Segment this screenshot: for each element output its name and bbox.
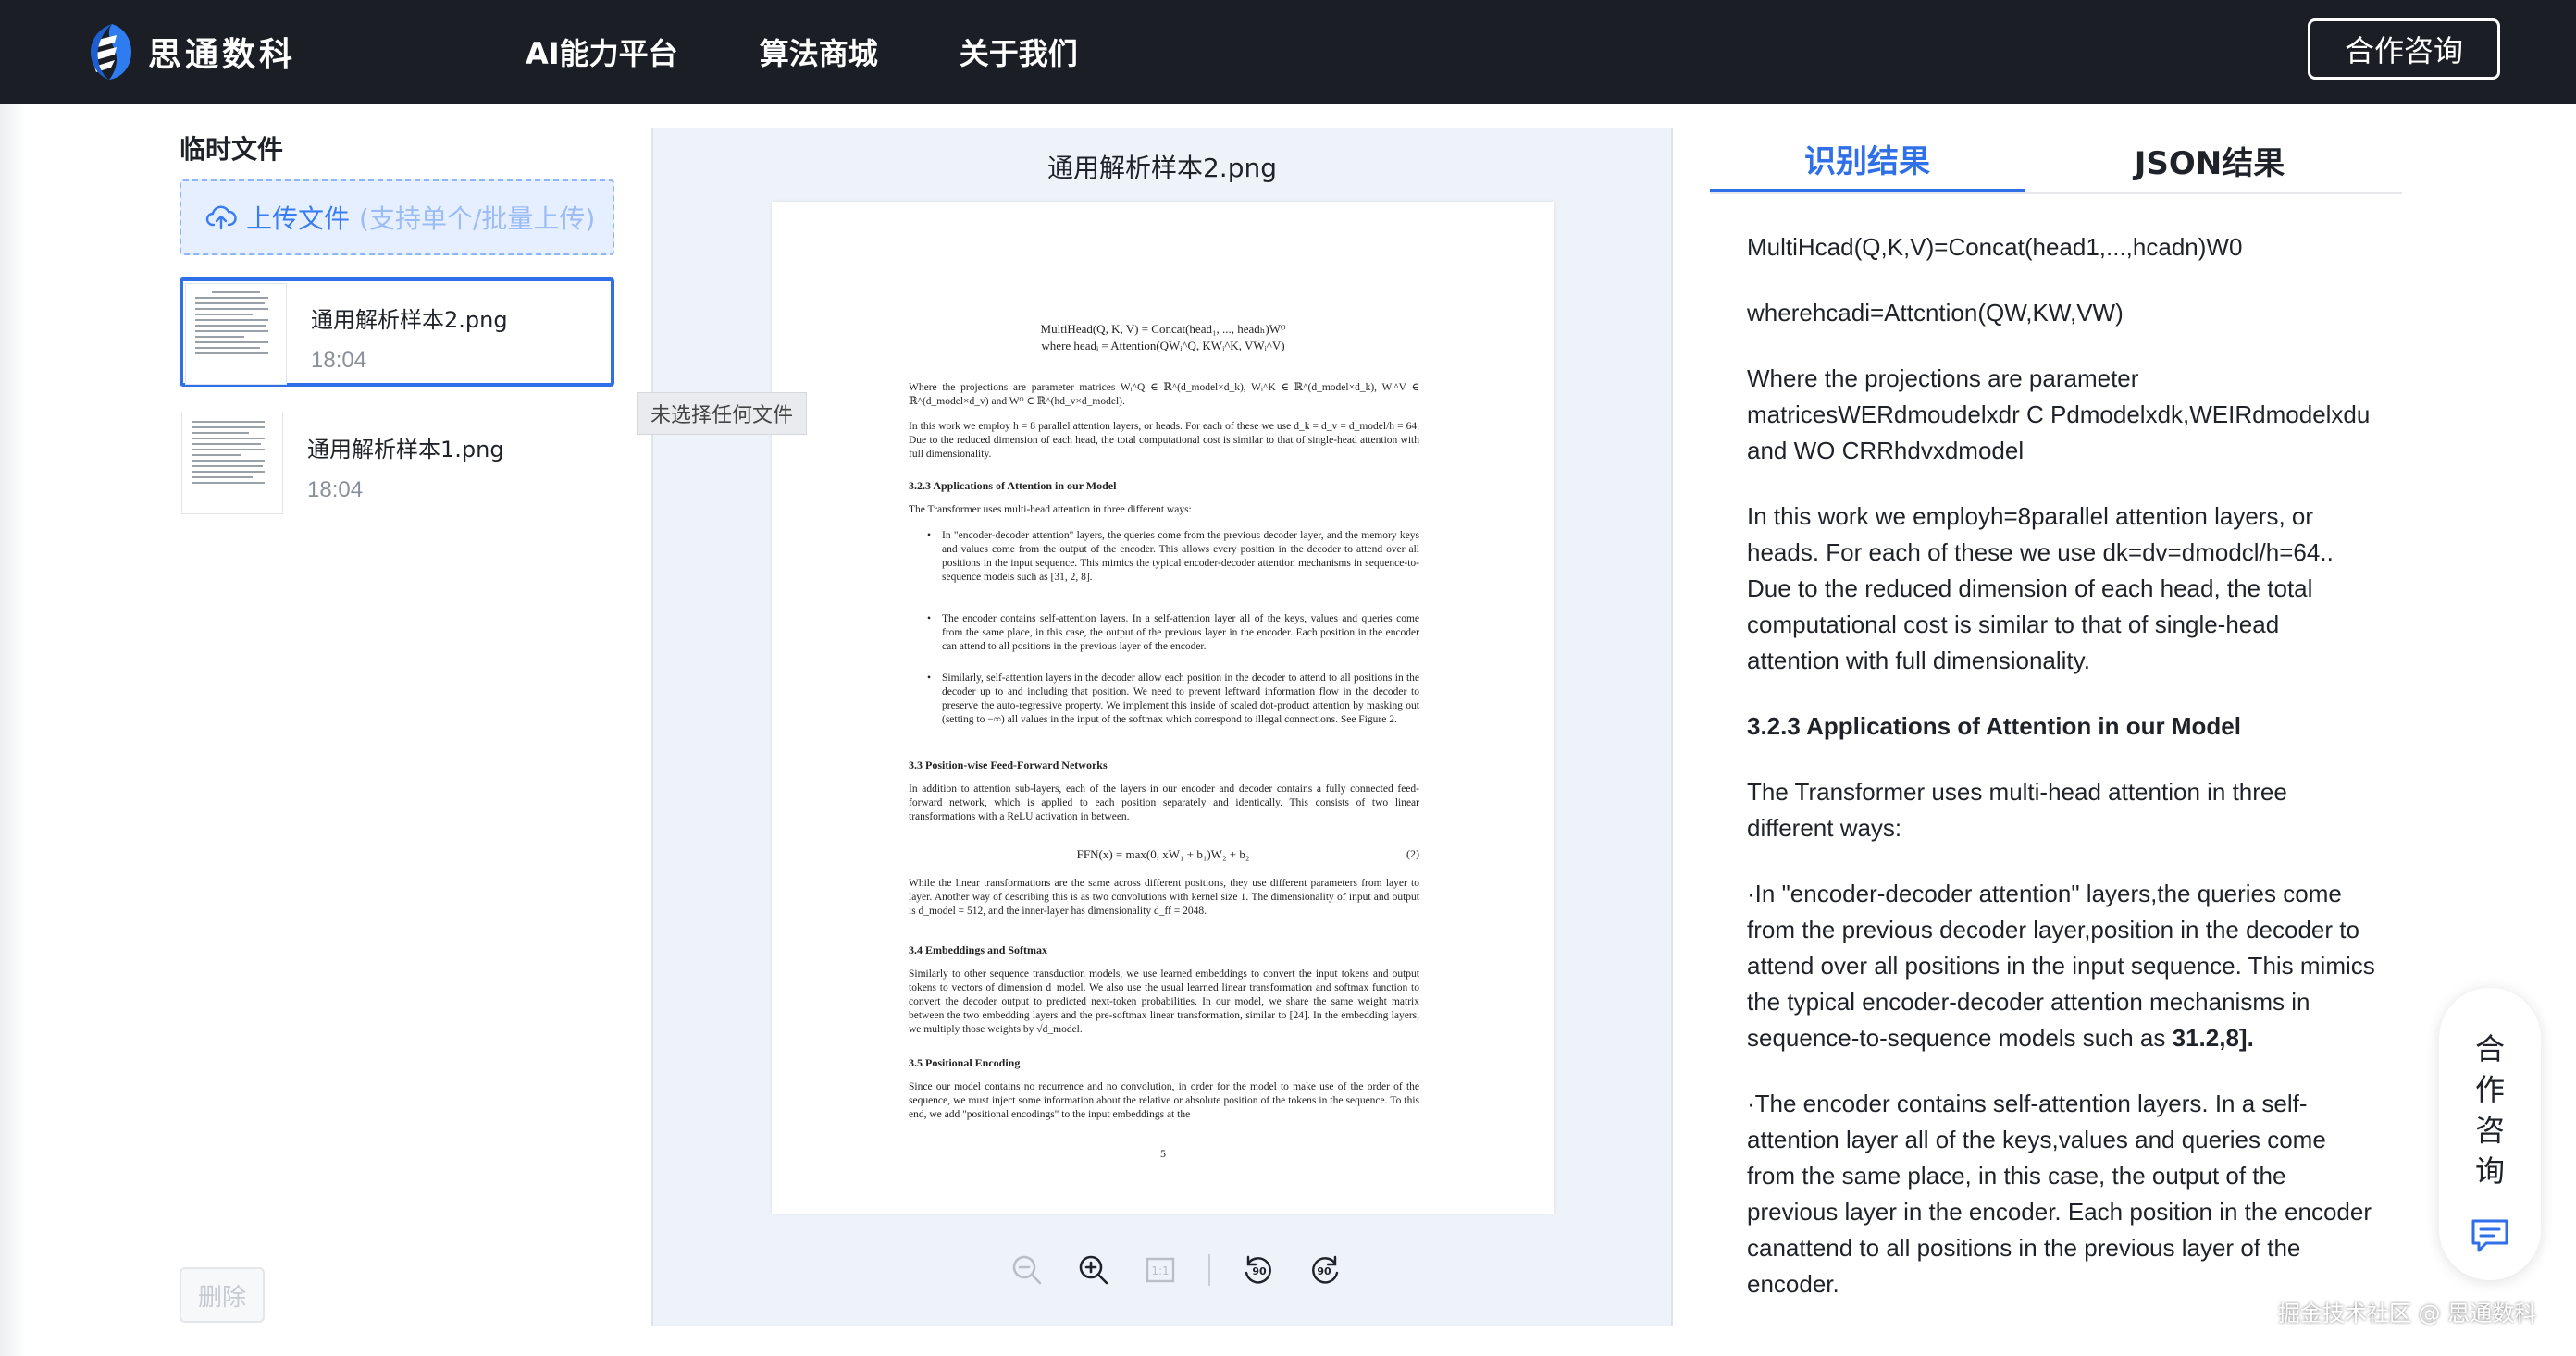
nav-links: AI能力平台 算法商城 关于我们 bbox=[526, 0, 1159, 104]
zoom-out-button[interactable] bbox=[1009, 1251, 1046, 1288]
doc-paragraph: In addition to attention sub-layers, eac… bbox=[909, 783, 1419, 822]
result-paragraph: ·The encoder contains self-attention lay… bbox=[1747, 1090, 2372, 1298]
doc-paragraph: Similarly to other sequence transduction… bbox=[909, 968, 1419, 1035]
svg-text:1:1: 1:1 bbox=[1151, 1264, 1169, 1277]
tab-json-result[interactable]: JSON结果 bbox=[2052, 128, 2367, 192]
file-list-item[interactable]: 通用解析样本1.png 18:04 bbox=[180, 411, 614, 520]
doc-paragraph: In this work we employ h = 8 parallel at… bbox=[909, 421, 1419, 460]
doc-bullet: Similarly, self-attention layers in the … bbox=[927, 672, 1419, 727]
brand-name: 思通数科 bbox=[148, 36, 297, 74]
zoom-in-button[interactable] bbox=[1075, 1251, 1112, 1288]
preview-panel: 通用解析样本2.png MultiHead(Q, K, V) = Concat(… bbox=[651, 128, 1673, 1326]
brand[interactable]: 思通数科 bbox=[89, 18, 296, 85]
recognition-result-text: MultiHcad(Q,K,V)=Concat(head1,...,hcadn)… bbox=[1747, 229, 2376, 1321]
file-thumbnail bbox=[185, 283, 287, 385]
result-citation: 31.2,8]. bbox=[2172, 1024, 2254, 1052]
logo-icon bbox=[91, 24, 131, 80]
result-paragraph: The Transformer uses multi-head attentio… bbox=[1747, 778, 2287, 842]
svg-text:90: 90 bbox=[1252, 1265, 1267, 1277]
doc-equation: MultiHead(Q, K, V) = Concat(head₁, ..., … bbox=[1040, 322, 1286, 336]
nav-link-ai-platform[interactable]: AI能力平台 bbox=[526, 31, 678, 73]
file-time: 18:04 bbox=[311, 348, 367, 373]
result-tabs: 识别结果 JSON结果 bbox=[1710, 128, 2402, 194]
result-text: ·In "encoder-decoder attention" layers,t… bbox=[1747, 880, 2375, 1052]
doc-heading: 3.5 Positional Encoding bbox=[909, 1056, 1021, 1069]
actual-size-button[interactable]: 1:1 bbox=[1142, 1251, 1179, 1288]
doc-equation-number: (2) bbox=[1406, 847, 1419, 860]
doc-equation: FFN(x) = max(0, xW₁ + b₁)W₂ + b₂ bbox=[1076, 847, 1250, 861]
svg-text:90: 90 bbox=[1317, 1265, 1331, 1277]
nav-link-algorithm-store[interactable]: 算法商城 bbox=[760, 31, 878, 73]
zoom-out-icon bbox=[1012, 1255, 1042, 1285]
doc-paragraph: The Transformer uses multi-head attentio… bbox=[909, 504, 1192, 515]
tab-recognition-result[interactable]: 识别结果 bbox=[1710, 128, 2025, 192]
result-paragraph: In this work we employh=8parallel attent… bbox=[1747, 502, 2334, 674]
document-page: MultiHead(Q, K, V) = Concat(head₁, ..., … bbox=[772, 202, 1554, 1214]
rotate-left-button[interactable]: 90 bbox=[1240, 1251, 1277, 1288]
doc-heading: 3.3 Position-wise Feed-Forward Networks bbox=[909, 758, 1108, 771]
float-consult-char: 咨 bbox=[2474, 1113, 2505, 1148]
rotate-right-icon: 90 bbox=[1312, 1255, 1339, 1284]
file-name: 通用解析样本1.png bbox=[307, 437, 504, 462]
doc-paragraph: While the linear transformations are the… bbox=[909, 878, 1419, 917]
watermark: 掘金技术社区 @ 思通数科 bbox=[2278, 1301, 2537, 1326]
upload-label: 上传文件 bbox=[246, 203, 351, 234]
rotate-left-icon: 90 bbox=[1245, 1255, 1271, 1284]
doc-bullet: In "encoder-decoder attention" layers, t… bbox=[927, 529, 1419, 585]
left-edge-strip bbox=[0, 104, 26, 1356]
result-heading: 3.2.3 Applications of Attention in our M… bbox=[1747, 712, 2241, 740]
nav-link-about-us[interactable]: 关于我们 bbox=[960, 31, 1078, 73]
preview-file-title: 通用解析样本2.png bbox=[1046, 153, 1277, 183]
upload-file-button[interactable]: 上传文件 (支持单个/批量上传) bbox=[180, 179, 614, 255]
doc-paragraph: Where the projections are parameter matr… bbox=[909, 382, 1419, 407]
toolbar-divider bbox=[1208, 1254, 1210, 1286]
file-thumbnail bbox=[181, 413, 283, 514]
consult-button[interactable]: 合作咨询 bbox=[2308, 18, 2500, 80]
doc-paragraph: Since our model contains no recurrence a… bbox=[909, 1081, 1419, 1120]
doc-equation: where headᵢ = Attention(QWᵢ^Q, KWᵢ^K, VW… bbox=[1041, 339, 1285, 352]
doc-heading: 3.2.3 Applications of Attention in our M… bbox=[909, 479, 1117, 492]
result-paragraph: ·In "encoder-decoder attention" layers,t… bbox=[1747, 876, 2376, 1056]
float-consult-char: 作 bbox=[2474, 1072, 2505, 1107]
file-input-tooltip: 未选择任何文件 bbox=[637, 392, 807, 435]
file-time: 18:04 bbox=[307, 477, 364, 502]
cloud-upload-icon bbox=[205, 205, 237, 230]
file-name: 通用解析样本2.png bbox=[311, 307, 508, 333]
rotate-right-button[interactable]: 90 bbox=[1307, 1251, 1344, 1288]
upload-hint: (支持单个/批量上传) bbox=[359, 203, 596, 234]
zoom-in-icon bbox=[1079, 1255, 1108, 1285]
result-paragraph: wherehcadi=Attcntion(QW,KW,VW) bbox=[1747, 299, 2124, 327]
chat-icon bbox=[2471, 1219, 2508, 1252]
doc-heading: 3.4 Embeddings and Softmax bbox=[909, 943, 1048, 956]
float-consult-char: 询 bbox=[2474, 1153, 2505, 1189]
floating-consult-button[interactable]: 合 作 咨 询 bbox=[2439, 988, 2541, 1280]
actual-size-icon: 1:1 bbox=[1146, 1257, 1175, 1283]
result-paragraph: Where the projections are parameter matr… bbox=[1747, 364, 2371, 464]
doc-bullet: The encoder contains self-attention laye… bbox=[927, 612, 1419, 654]
preview-toolbar: 1:1 90 90 bbox=[1009, 1245, 1373, 1295]
file-list-item-selected[interactable]: 通用解析样本2.png 18:04 bbox=[180, 277, 614, 387]
delete-button[interactable]: 删除 bbox=[180, 1267, 265, 1323]
doc-page-number: 5 bbox=[1160, 1147, 1166, 1160]
top-navbar: 思通数科 AI能力平台 算法商城 关于我们 合作咨询 bbox=[0, 0, 2576, 104]
float-consult-char: 合 bbox=[2474, 1031, 2505, 1066]
temp-files-title: 临时文件 bbox=[180, 134, 284, 165]
result-paragraph: MultiHcad(Q,K,V)=Concat(head1,...,hcadn)… bbox=[1747, 233, 2243, 261]
